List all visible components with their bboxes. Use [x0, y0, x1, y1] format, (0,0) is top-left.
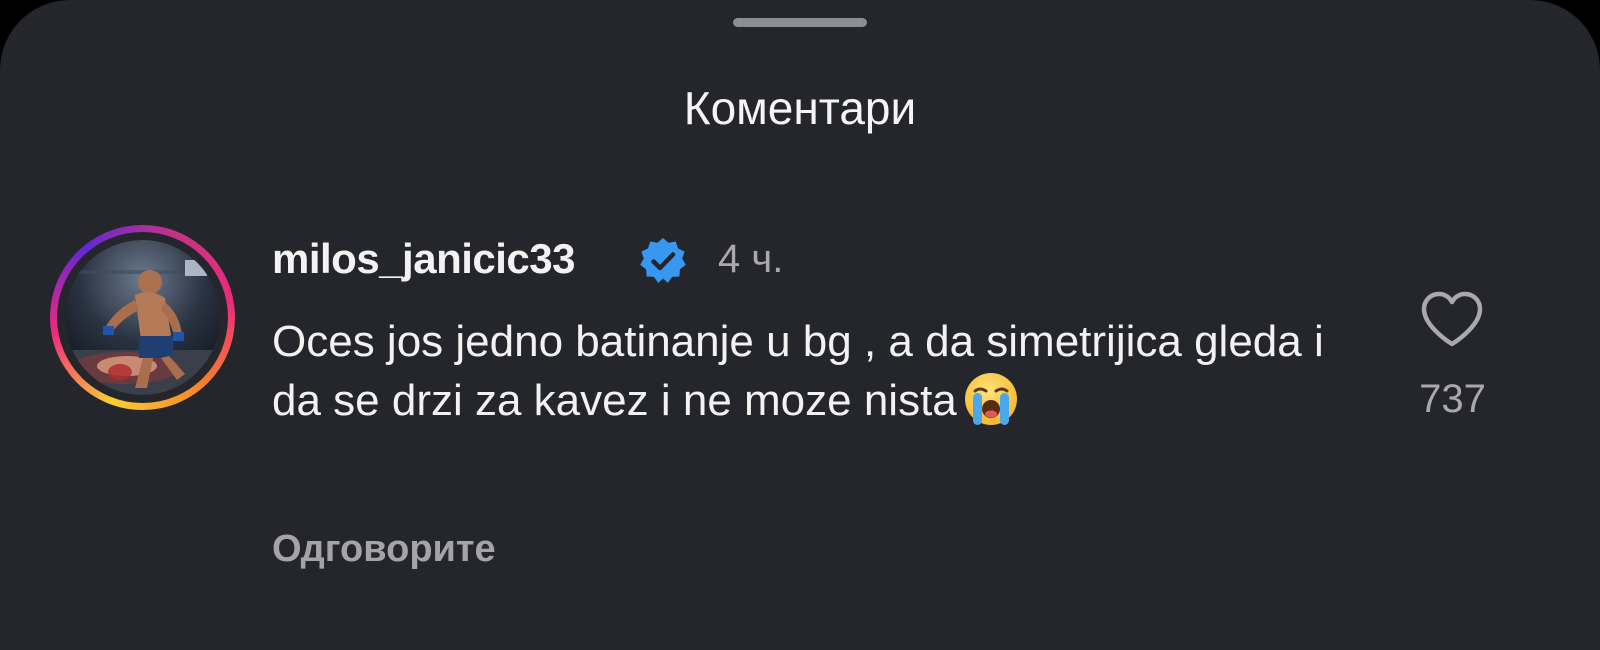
heart-outline-icon[interactable] — [1418, 290, 1486, 350]
reply-button[interactable]: Одговорите — [272, 524, 496, 574]
comments-sheet: Коментари milos_janicic33 4 ч. Oces jos … — [0, 0, 1600, 650]
like-count: 737 — [1419, 377, 1486, 421]
comment-username[interactable]: milos_janicic33 — [272, 232, 576, 286]
sheet-title: Коментари — [683, 82, 917, 134]
comment-timestamp: 4 ч. — [718, 237, 784, 281]
loudly-crying-face-icon — [964, 373, 1017, 425]
comment-text: Oces jos jedno batinanje u bg , a da sim… — [272, 317, 1324, 425]
avatar[interactable] — [65, 240, 220, 395]
verified-badge-icon — [640, 238, 686, 283]
comment-body: Oces jos jedno batinanje u bg , a da sim… — [272, 313, 1372, 430]
avatar-story-ring[interactable] — [50, 225, 235, 410]
sheet-grab-handle[interactable] — [733, 18, 867, 27]
